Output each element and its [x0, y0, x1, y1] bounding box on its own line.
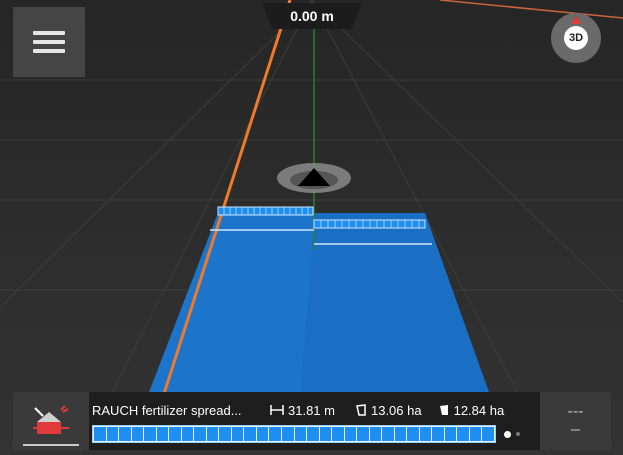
- boom-sections-right: [313, 219, 426, 229]
- section-segment: [181, 427, 194, 441]
- implement-info-panel: RAUCH fertilizer spread... 31.81 m 13.06…: [92, 398, 537, 448]
- section-segment: [131, 427, 144, 441]
- side-menu-button-top: ---: [567, 403, 584, 420]
- area-worked-stat: 12.84 ha: [438, 402, 505, 418]
- section-segment: [394, 427, 407, 441]
- working-width-value: 31.81 m: [288, 402, 335, 418]
- section-segment: [269, 427, 281, 441]
- section-segment: [156, 427, 169, 441]
- section-status: [92, 425, 537, 443]
- section-segment: [169, 427, 181, 441]
- boom-sections-left: [217, 206, 314, 216]
- section-status-bar: [92, 425, 496, 443]
- section-segment: [457, 427, 469, 441]
- field-map-view[interactable]: [0, 0, 623, 455]
- working-width-icon: [270, 405, 284, 415]
- section-segment: [231, 427, 244, 441]
- section-segment: [106, 427, 119, 441]
- section-segment: [407, 427, 419, 441]
- area-total-stat: 13.06 ha: [355, 403, 422, 418]
- vehicle-arrow-icon: [277, 163, 351, 193]
- hamburger-menu-icon: [33, 26, 65, 58]
- section-segment: [332, 427, 344, 441]
- side-menu-button-bottom: –: [571, 421, 580, 438]
- section-segment: [219, 427, 231, 441]
- 3d-compass-icon: 3D: [564, 16, 588, 50]
- section-segment: [419, 427, 432, 441]
- view-mode-label: 3D: [568, 32, 584, 44]
- section-segment: [319, 427, 332, 441]
- section-segment: [281, 427, 294, 441]
- section-segment: [357, 427, 369, 441]
- section-segment: [206, 427, 219, 441]
- section-segment: [294, 427, 307, 441]
- north-arrow-icon: [571, 16, 581, 24]
- page-indicator: [516, 432, 520, 436]
- implement-button-underline: [23, 444, 79, 446]
- distance-readout: 0.00 m: [262, 3, 362, 29]
- section-segment: [344, 427, 357, 441]
- area-worked-value: 12.84 ha: [453, 402, 505, 418]
- section-segment: [482, 427, 494, 441]
- section-segment: [469, 427, 482, 441]
- implement-name: RAUCH fertilizer spread...: [92, 402, 242, 418]
- section-segment: [444, 427, 457, 441]
- section-segment: [256, 427, 269, 441]
- implement-info-row: RAUCH fertilizer spread... 31.81 m 13.06…: [92, 398, 537, 422]
- section-segment: [119, 427, 131, 441]
- page-indicator-active: [504, 430, 511, 438]
- area-total-value: 13.06 ha: [370, 402, 422, 418]
- side-menu-button[interactable]: --- –: [540, 392, 611, 450]
- area-worked-icon: [439, 405, 448, 415]
- section-segment: [94, 427, 106, 441]
- section-segment: [194, 427, 206, 441]
- section-segment: [432, 427, 444, 441]
- section-segment: [244, 427, 256, 441]
- section-segment: [369, 427, 382, 441]
- implement-button[interactable]: [13, 392, 89, 450]
- area-total-icon: [356, 404, 366, 416]
- fertilizer-spreader-icon: [33, 405, 69, 434]
- working-width-stat: 31.81 m: [270, 403, 335, 418]
- section-segment: [144, 427, 156, 441]
- section-segment: [307, 427, 319, 441]
- menu-button[interactable]: [13, 7, 85, 77]
- view-mode-button[interactable]: 3D: [551, 13, 601, 63]
- section-segment: [382, 427, 394, 441]
